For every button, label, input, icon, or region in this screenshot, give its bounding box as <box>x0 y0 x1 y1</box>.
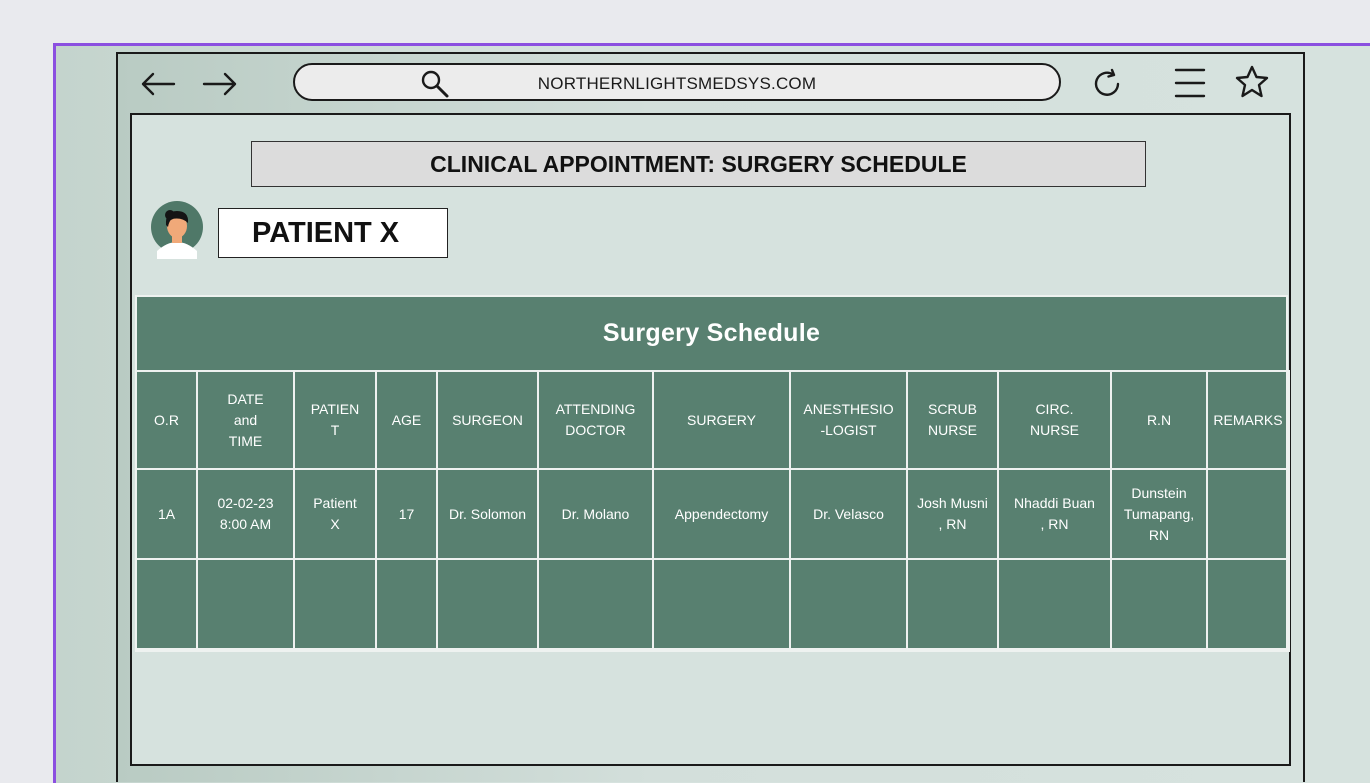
column-header: AGE <box>375 370 438 470</box>
url-text[interactable]: NORTHERNLIGHTSMEDSYS.COM <box>295 74 1059 94</box>
column-header: CIRC. NURSE <box>997 370 1112 470</box>
table-cell <box>537 558 654 652</box>
column-header: REMARKS <box>1206 370 1290 470</box>
table-cell <box>1206 558 1290 652</box>
table-cell: Josh Musni , RN <box>906 468 999 560</box>
table-cell <box>1110 558 1208 652</box>
table-cell <box>135 558 198 652</box>
table-cell <box>1206 468 1290 560</box>
column-header: ATTENDING DOCTOR <box>537 370 654 470</box>
table-cell: 02-02-23 8:00 AM <box>196 468 295 560</box>
table-cell <box>375 558 438 652</box>
refresh-icon[interactable] <box>1091 68 1123 100</box>
address-bar[interactable]: NORTHERNLIGHTSMEDSYS.COM <box>293 63 1061 101</box>
column-header: ANESTHESIO -LOGIST <box>789 370 908 470</box>
patient-name-box: PATIENT X <box>218 208 448 258</box>
table-cell <box>789 558 908 652</box>
table-cell <box>293 558 377 652</box>
table-cell: 1A <box>135 468 198 560</box>
table-cell: Nhaddi Buan , RN <box>997 468 1112 560</box>
schedule-title: Surgery Schedule <box>602 318 821 347</box>
table-cell: Dr. Velasco <box>789 468 908 560</box>
table-cell <box>436 558 539 652</box>
column-header: SURGEON <box>436 370 539 470</box>
column-header: PATIEN T <box>293 370 377 470</box>
table-cell <box>652 558 791 652</box>
table-row <box>135 558 1290 652</box>
patient-avatar <box>150 199 204 259</box>
back-arrow-icon[interactable] <box>140 70 176 98</box>
table-cell: 17 <box>375 468 438 560</box>
table-cell <box>906 558 999 652</box>
table-cell: Patient X <box>293 468 377 560</box>
menu-icon[interactable] <box>1174 67 1206 99</box>
column-header: O.R <box>135 370 198 470</box>
table-row: 1A 02-02-23 8:00 AM Patient X 17 Dr. Sol… <box>135 468 1290 560</box>
table-cell: Dr. Solomon <box>436 468 539 560</box>
column-header: DATE and TIME <box>196 370 295 470</box>
table-cell: Dunstein Tumapang, RN <box>1110 468 1208 560</box>
table-cell <box>997 558 1112 652</box>
column-header: R.N <box>1110 370 1208 470</box>
table-cell: Appendectomy <box>652 468 791 560</box>
page-title: CLINICAL APPOINTMENT: SURGERY SCHEDULE <box>251 141 1146 187</box>
table-cell: Dr. Molano <box>537 468 654 560</box>
table-header-row: O.R DATE and TIME PATIEN T AGE SURGEON A… <box>135 370 1290 470</box>
column-header: SCRUB NURSE <box>906 370 999 470</box>
star-icon[interactable] <box>1234 64 1270 100</box>
surgery-schedule-table: O.R DATE and TIME PATIEN T AGE SURGEON A… <box>135 370 1290 652</box>
forward-arrow-icon[interactable] <box>202 70 238 98</box>
table-cell <box>196 558 295 652</box>
column-header: SURGERY <box>652 370 791 470</box>
